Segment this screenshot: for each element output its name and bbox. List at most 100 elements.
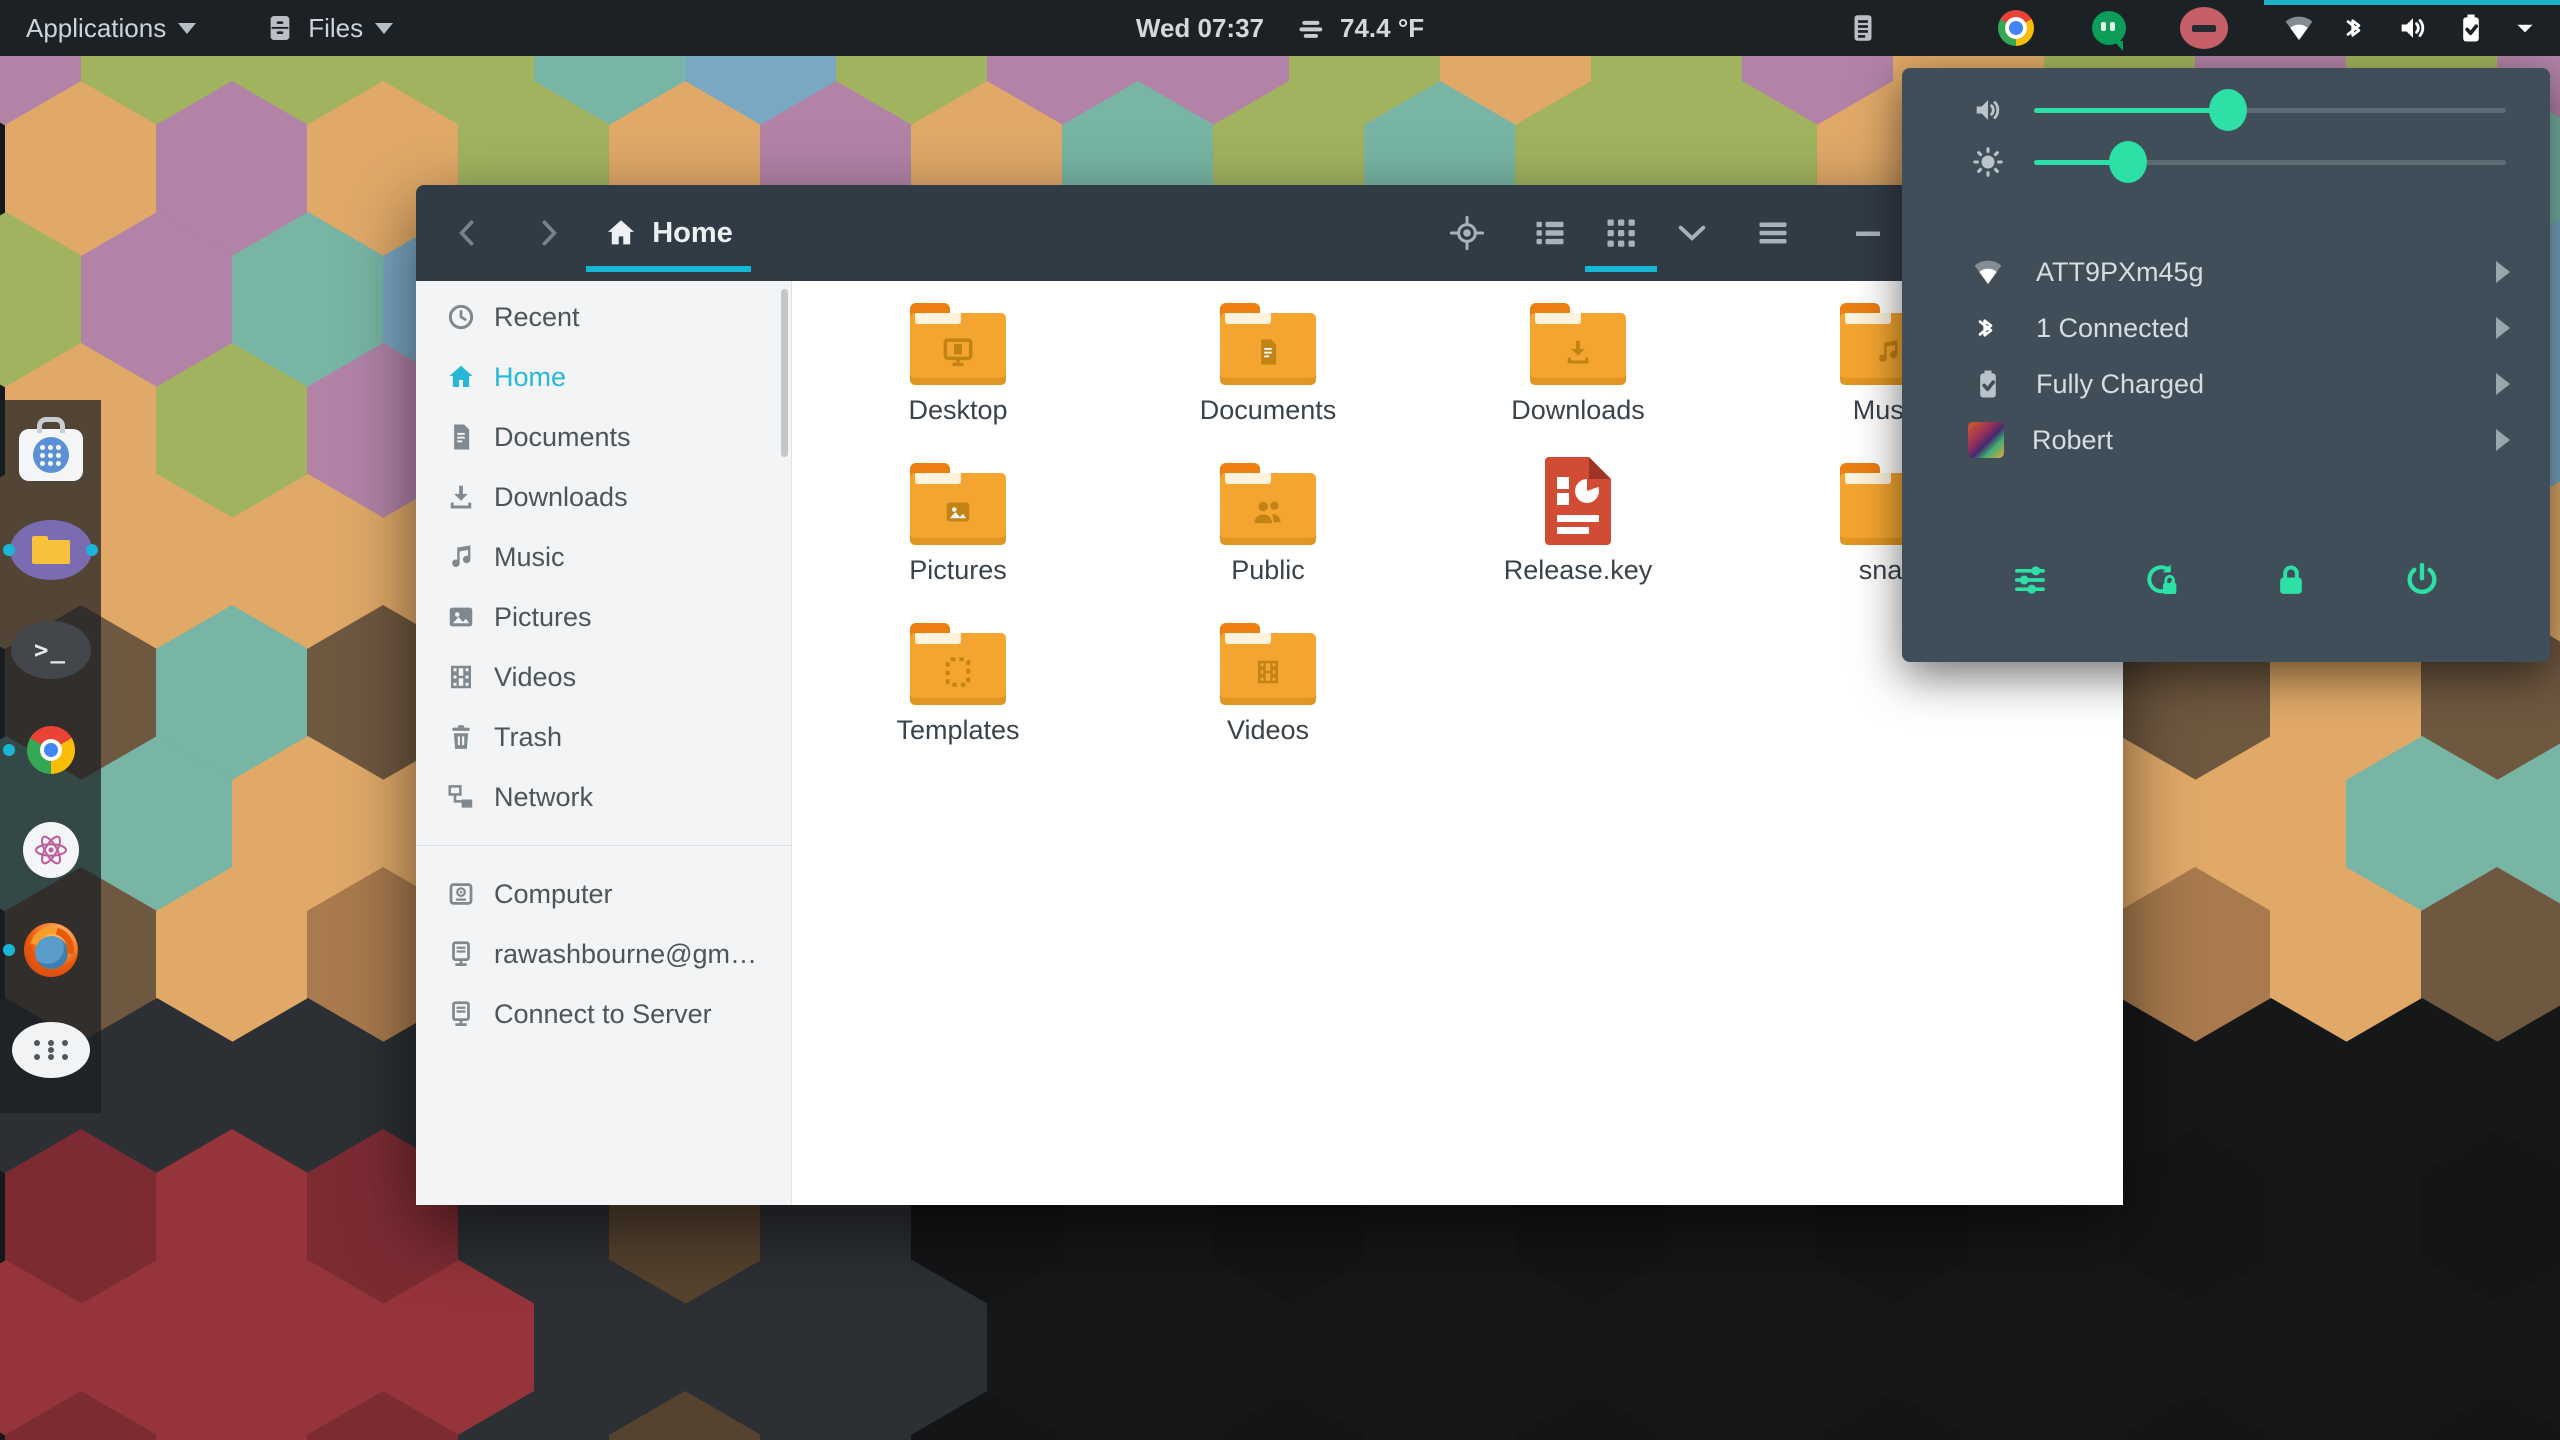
file-label: Pictures	[909, 555, 1007, 585]
active-tab-underline	[586, 266, 751, 272]
sidebar-item-rawashbourne-gm-[interactable]: rawashbourne@gm…	[416, 924, 791, 984]
hamburger-menu-button[interactable]	[1755, 215, 1791, 251]
folder-icon	[910, 455, 1006, 545]
system-status-tray-button[interactable]	[2264, 0, 2560, 56]
volume-slider-knob[interactable]	[2208, 89, 2247, 131]
image-emblem-icon	[943, 497, 973, 527]
window-header[interactable]: Home	[416, 185, 2123, 281]
path-tab-label: Home	[652, 216, 733, 249]
sidebar-scrollbar[interactable]	[781, 289, 788, 457]
sidebar-item-videos[interactable]: Videos	[416, 647, 791, 707]
server-icon	[446, 939, 476, 969]
file-cabinet-icon	[264, 12, 296, 44]
minimize-button[interactable]	[1850, 215, 1886, 251]
menu-row-fully-charged[interactable]: Fully Charged	[1902, 356, 2550, 412]
sidebar-item-home[interactable]: Home	[416, 347, 791, 407]
terminal-icon: >_	[10, 621, 91, 679]
server-icon	[446, 999, 476, 1029]
dock-item-app-grid[interactable]	[0, 1000, 101, 1100]
do-not-disturb-tray-icon[interactable]	[2180, 0, 2228, 56]
grid-view-button[interactable]	[1603, 215, 1639, 251]
search-location-button[interactable]	[1449, 215, 1485, 251]
sidebar-item-label: Trash	[494, 721, 563, 752]
sidebar-item-recent[interactable]: Recent	[416, 287, 791, 347]
wifi-icon	[1968, 255, 2008, 289]
list-view-icon	[1532, 215, 1568, 251]
file-item-pictures[interactable]: Pictures	[803, 455, 1113, 605]
sidebar-item-connect-to-server[interactable]: Connect to Server	[416, 984, 791, 1044]
sidebar-item-trash[interactable]: Trash	[416, 707, 791, 767]
files-appmenu-button[interactable]: Files	[250, 0, 407, 56]
file-item-videos[interactable]: Videos	[1113, 615, 1423, 765]
settings-button[interactable]	[2010, 560, 2050, 605]
chrome-tray-icon[interactable]	[1998, 0, 2034, 56]
brightness-icon	[1968, 145, 2008, 179]
running-indicator-dot	[3, 744, 15, 756]
recent-icon	[446, 302, 476, 332]
atom-icon	[22, 822, 79, 878]
sidebar-item-label: Music	[494, 541, 565, 572]
menu-row-att9pxm45g[interactable]: ATT9PXm45g	[1902, 244, 2550, 300]
rotation-lock-button[interactable]	[2141, 560, 2181, 605]
brightness-slider-knob[interactable]	[2109, 141, 2148, 183]
dock-item-files[interactable]	[0, 500, 101, 600]
dock-item-software[interactable]	[0, 400, 101, 500]
sidebar-item-label: Recent	[494, 301, 580, 332]
trash-icon	[446, 722, 476, 752]
volume-slider-track[interactable]	[2034, 89, 2506, 131]
file-item-templates[interactable]: Templates	[803, 615, 1113, 765]
volume-slider-row	[1902, 84, 2550, 136]
applications-menu-button[interactable]: Applications	[12, 0, 210, 56]
user-avatar	[1968, 422, 2004, 458]
menu-row-label: ATT9PXm45g	[2036, 256, 2204, 287]
document-icon	[446, 422, 476, 452]
lock-button[interactable]	[2271, 560, 2311, 605]
sidebar-item-computer[interactable]: Computer	[416, 864, 791, 924]
menu-row-robert[interactable]: Robert	[1902, 412, 2550, 468]
dock-item-terminal[interactable]: >_	[0, 600, 101, 700]
brightness-slider-track[interactable]	[2034, 141, 2506, 183]
sidebar-item-network[interactable]: Network	[416, 767, 791, 827]
sidebar-item-pictures[interactable]: Pictures	[416, 587, 791, 647]
brightness-slider-row	[1902, 136, 2550, 188]
dock-item-atom[interactable]	[0, 800, 101, 900]
file-label: Documents	[1199, 395, 1337, 425]
menu-row-1-connected[interactable]: 1 Connected	[1902, 300, 2550, 356]
power-button[interactable]	[2402, 560, 2442, 605]
caret-down-icon	[178, 22, 197, 34]
file-item-release-key[interactable]: Release.key	[1423, 455, 1733, 605]
file-item-public[interactable]: Public	[1113, 455, 1423, 605]
sidebar-item-label: Home	[494, 361, 567, 392]
battery-check-icon	[2454, 11, 2488, 45]
mist-icon	[1294, 11, 1328, 45]
folder-icon	[1220, 615, 1316, 705]
file-item-desktop[interactable]: Desktop	[803, 295, 1113, 445]
dock-item-firefox[interactable]	[0, 900, 101, 1000]
clipboard-tray-icon[interactable]	[1846, 0, 1880, 56]
settings-icon	[2010, 560, 2050, 600]
sidebar-item-documents[interactable]: Documents	[416, 407, 791, 467]
list-view-button[interactable]	[1532, 215, 1568, 251]
volume-icon	[2396, 11, 2430, 45]
clock-label[interactable]: Wed 07:37	[1136, 13, 1264, 44]
hangouts-tray-icon[interactable]	[2092, 0, 2126, 56]
places-sidebar: Recent Home Documents Downloads Music Picture…	[416, 281, 792, 1205]
sidebar-item-label: Computer	[494, 878, 613, 909]
weather-widget[interactable]: 74.4 °F	[1294, 11, 1424, 45]
applications-menu-label: Applications	[26, 12, 167, 43]
file-item-downloads[interactable]: Downloads	[1423, 295, 1733, 445]
dock-item-chrome[interactable]	[0, 700, 101, 800]
sidebar-item-music[interactable]: Music	[416, 527, 791, 587]
chevron-left-icon	[451, 216, 485, 250]
file-label: Release.key	[1503, 555, 1653, 585]
sidebar-item-downloads[interactable]: Downloads	[416, 467, 791, 527]
back-button[interactable]	[451, 216, 485, 250]
clipboard-icon	[1846, 11, 1880, 45]
file-item-documents[interactable]: Documents	[1113, 295, 1423, 445]
chrome-icon	[26, 726, 75, 774]
view-options-chevron-button[interactable]	[1674, 215, 1710, 251]
running-indicator-dot	[86, 544, 98, 556]
forward-button[interactable]	[531, 216, 565, 250]
wifi-icon	[2282, 11, 2316, 45]
folder-icon	[910, 295, 1006, 385]
